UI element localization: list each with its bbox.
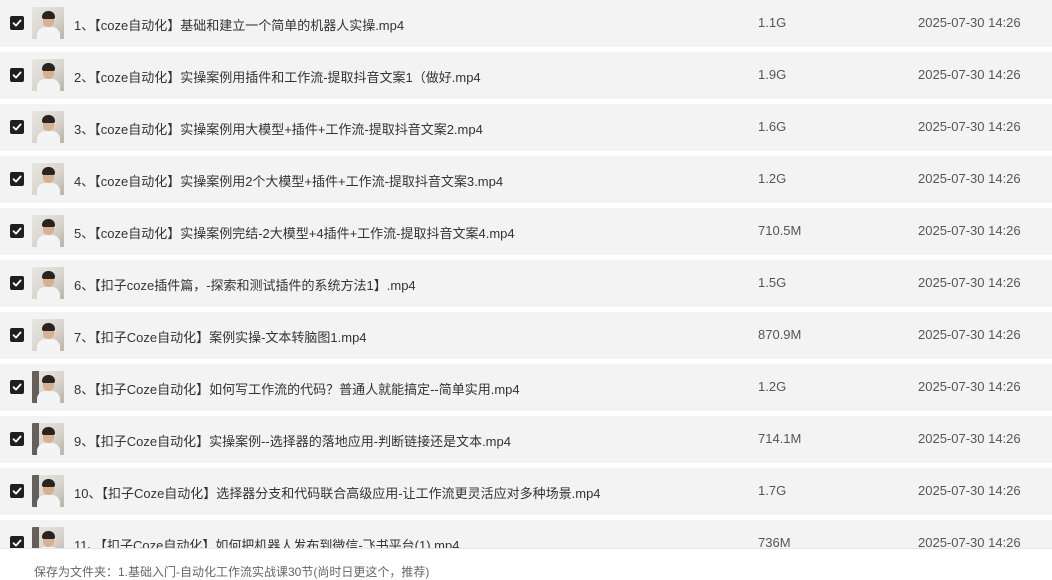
file-row[interactable]: 8、【扣子Coze自动化】如何写工作流的代码？普通人就能搞定--简单实用.mp4… [0,364,1052,416]
checkmark-icon [12,175,22,183]
file-date: 2025-07-30 14:26 [918,327,1021,342]
file-name[interactable]: 4、【coze自动化】实操案例用2个大模型+插件+工作流-提取抖音文案3.mp4 [74,171,503,190]
video-thumbnail[interactable] [32,423,64,455]
video-thumbnail[interactable] [32,163,64,195]
footer-bar: 保存为文件夹：1.基础入门-自动化工作流实战课30节(尚时日更这个，推荐) [0,548,1052,579]
file-name[interactable]: 1、【coze自动化】基础和建立一个简单的机器人实操.mp4 [74,15,404,34]
file-size: 870.9M [758,327,802,342]
file-checkbox[interactable] [10,68,24,82]
file-date: 2025-07-30 14:26 [918,275,1021,290]
file-checkbox[interactable] [10,276,24,290]
file-date: 2025-07-30 14:26 [918,223,1021,238]
checkmark-icon [12,279,22,287]
file-row[interactable]: 4、【coze自动化】实操案例用2个大模型+插件+工作流-提取抖音文案3.mp4… [0,156,1052,208]
file-row[interactable]: 1、【coze自动化】基础和建立一个简单的机器人实操.mp4 1.1G 2025-0… [0,0,1052,52]
file-size: 710.5M [758,223,802,238]
checkmark-icon [12,331,22,339]
video-thumbnail[interactable] [32,7,64,39]
file-checkbox[interactable] [10,484,24,498]
file-row[interactable]: 2、【coze自动化】实操案例用插件和工作流-提取抖音文案1（做好.mp4 1.9… [0,52,1052,104]
file-name[interactable]: 3、【coze自动化】实操案例用大模型+插件+工作流-提取抖音文案2.mp4 [74,119,483,138]
file-date: 2025-07-30 14:26 [918,67,1021,82]
file-size: 1.5G [758,275,787,290]
file-date: 2025-07-30 14:26 [918,431,1021,446]
video-thumbnail[interactable] [32,215,64,247]
video-thumbnail[interactable] [32,59,64,91]
checkmark-icon [12,539,22,547]
file-name[interactable]: 6、【扣子coze插件篇，-探索和测试插件的系统方法1】.mp4 [74,275,416,294]
file-name[interactable]: 5、【coze自动化】实操案例完结-2大模型+4插件+工作流-提取抖音文案4.m… [74,223,515,242]
checkmark-icon [12,227,22,235]
video-thumbnail[interactable] [32,475,64,507]
file-size: 1.2G [758,379,787,394]
checkmark-icon [12,71,22,79]
file-row[interactable]: 10、【扣子Coze自动化】选择器分支和代码联合高级应用-让工作流更灵活应对多种… [0,468,1052,520]
file-name[interactable]: 2、【coze自动化】实操案例用插件和工作流-提取抖音文案1（做好.mp4 [74,67,481,86]
video-thumbnail[interactable] [32,267,64,299]
file-name[interactable]: 9、【扣子Coze自动化】实操案例--选择器的落地应用-判断链接还是文本.mp4 [74,431,511,450]
checkmark-icon [12,383,22,391]
file-size: 1.9G [758,67,787,82]
file-size: 1.6G [758,119,787,134]
file-checkbox[interactable] [10,172,24,186]
file-checkbox[interactable] [10,328,24,342]
video-thumbnail[interactable] [32,111,64,143]
file-name[interactable]: 7、【扣子Coze自动化】案例实操-文本转脑图1.mp4 [74,327,367,346]
save-to-folder-label: 保存为文件夹：1.基础入门-自动化工作流实战课30节(尚时日更这个，推荐) [34,565,430,579]
file-checkbox[interactable] [10,120,24,134]
file-size: 1.7G [758,483,787,498]
file-size: 714.1M [758,431,802,446]
file-name[interactable]: 8、【扣子Coze自动化】如何写工作流的代码？普通人就能搞定--简单实用.mp4 [74,379,520,398]
file-row[interactable]: 3、【coze自动化】实操案例用大模型+插件+工作流-提取抖音文案2.mp4 1.… [0,104,1052,156]
file-date: 2025-07-30 14:26 [918,171,1021,186]
file-date: 2025-07-30 14:26 [918,483,1021,498]
file-row[interactable]: 9、【扣子Coze自动化】实操案例--选择器的落地应用-判断链接还是文本.mp4… [0,416,1052,468]
checkmark-icon [12,487,22,495]
file-size: 1.1G [758,15,787,30]
file-checkbox[interactable] [10,380,24,394]
file-checkbox[interactable] [10,432,24,446]
file-row[interactable]: 5、【coze自动化】实操案例完结-2大模型+4插件+工作流-提取抖音文案4.m… [0,208,1052,260]
file-date: 2025-07-30 14:26 [918,15,1021,30]
checkmark-icon [12,19,22,27]
video-thumbnail[interactable] [32,319,64,351]
file-row[interactable]: 7、【扣子Coze自动化】案例实操-文本转脑图1.mp4 870.9M 2025-0… [0,312,1052,364]
file-size: 1.2G [758,171,787,186]
checkmark-icon [12,123,22,131]
file-checkbox[interactable] [10,224,24,238]
video-thumbnail[interactable] [32,371,64,403]
file-checkbox[interactable] [10,16,24,30]
file-row[interactable]: 6、【扣子coze插件篇，-探索和测试插件的系统方法1】.mp4 1.5G 2025… [0,260,1052,312]
checkmark-icon [12,435,22,443]
file-name[interactable]: 10、【扣子Coze自动化】选择器分支和代码联合高级应用-让工作流更灵活应对多种… [74,483,601,502]
file-date: 2025-07-30 14:26 [918,119,1021,134]
file-date: 2025-07-30 14:26 [918,379,1021,394]
